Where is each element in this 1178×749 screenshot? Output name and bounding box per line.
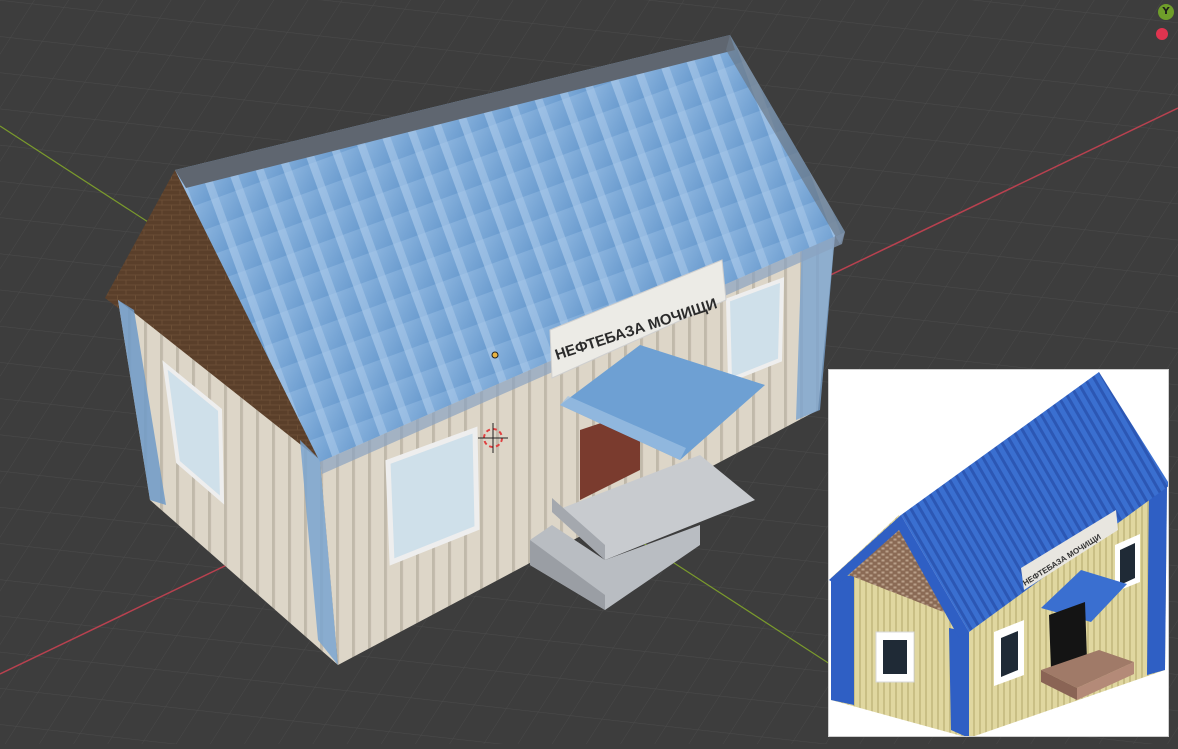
object-origin-icon[interactable] — [491, 351, 499, 359]
ref-left-corner — [831, 575, 854, 705]
reference-image: НЕФТЕБАЗА МОЧИЩИ — [828, 369, 1169, 737]
reference-image-canvas: НЕФТЕБАЗА МОЧИЩИ — [829, 372, 1168, 736]
ref-window-right-glass — [1120, 543, 1135, 585]
gizmo-x-axis-icon[interactable] — [1156, 28, 1168, 40]
ref-front-corner — [949, 628, 969, 736]
ref-window-front-glass — [1001, 631, 1018, 677]
ref-right-corner — [1147, 485, 1167, 675]
ref-window-left-glass — [883, 640, 907, 674]
gizmo-y-axis-icon[interactable]: Y — [1158, 4, 1174, 20]
